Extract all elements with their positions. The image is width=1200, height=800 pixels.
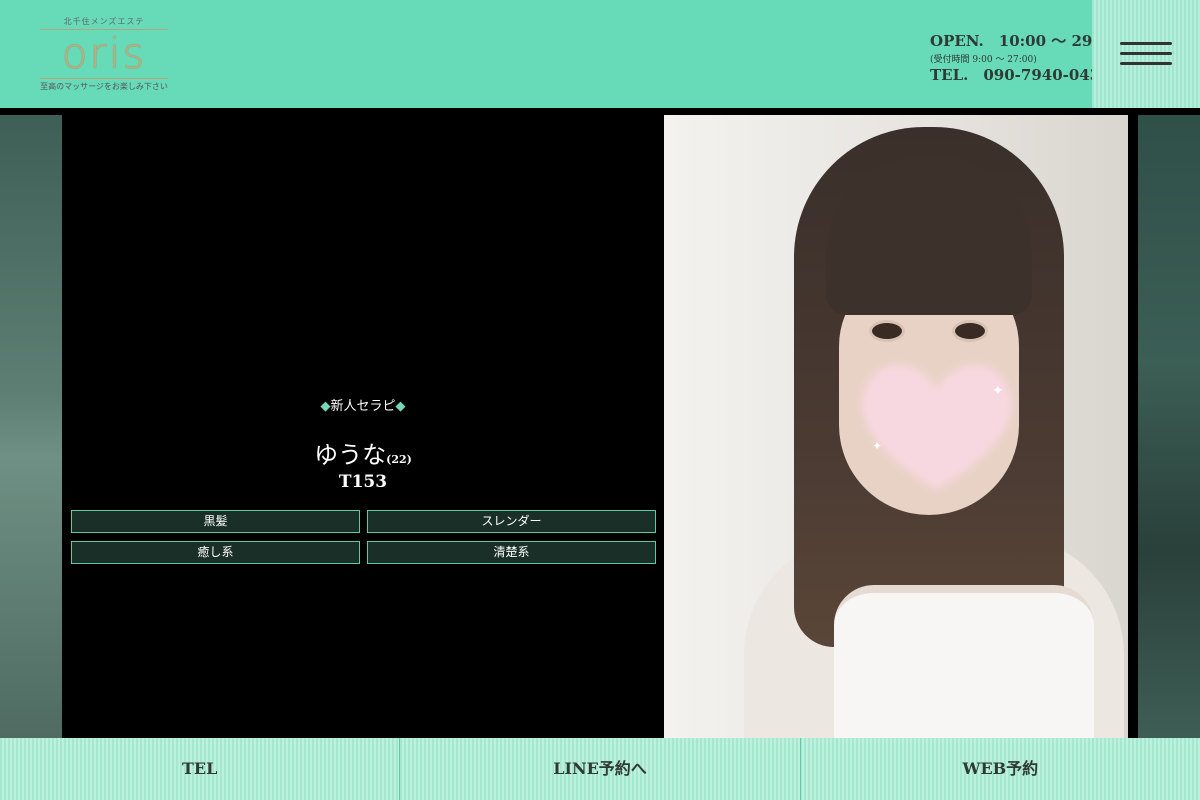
therapist-slider: ◆新人セラピ◆ ゆうな(22) T153 黒髪 スレンダー 癒し系 清楚系 ✦ … — [0, 108, 1200, 738]
business-info: OPEN. 10:00 〜 29:00 (受付時間 9:00 〜 27:00) … — [930, 30, 1119, 85]
line-reservation-button[interactable]: LINE予約へ — [399, 738, 799, 800]
menu-button[interactable] — [1092, 0, 1200, 108]
tel-button[interactable]: TEL — [0, 738, 399, 800]
therapist-profile: ◆新人セラピ◆ ゆうな(22) T153 黒髪 スレンダー 癒し系 清楚系 — [62, 115, 664, 738]
phone-number[interactable]: TEL. 090-7940-0434 — [930, 64, 1119, 85]
diamond-icon: ◆ — [320, 399, 331, 414]
web-reservation-button[interactable]: WEB予約 — [799, 738, 1200, 800]
therapist-photo[interactable]: ✦ ✦ — [664, 115, 1128, 738]
face-cover-heart-icon: ✦ ✦ — [862, 364, 1012, 490]
logo-tagline-top: 北千住メンズエステ — [63, 17, 145, 26]
tag-button[interactable]: 清楚系 — [367, 541, 656, 564]
tag-button[interactable]: スレンダー — [367, 510, 656, 533]
diamond-icon: ◆ — [395, 399, 406, 414]
therapist-height: T153 — [338, 472, 388, 492]
site-header: 北千住メンズエステ oris 至高のマッサージをお楽しみ下さい OPEN. 10… — [0, 0, 1200, 108]
next-slide-preview[interactable] — [1138, 115, 1200, 738]
logo-divider — [40, 78, 168, 79]
logo-tagline-bottom: 至高のマッサージをお楽しみ下さい — [40, 82, 168, 91]
svg-text:✦: ✦ — [872, 439, 882, 453]
tag-button[interactable]: 癒し系 — [71, 541, 360, 564]
prev-slide-preview[interactable] — [0, 115, 62, 738]
bottom-action-bar: TEL LINE予約へ WEB予約 — [0, 738, 1200, 800]
logo-wordmark: oris — [61, 29, 147, 78]
therapist-name: ゆうな — [314, 441, 387, 469]
tag-button[interactable]: 黒髪 — [71, 510, 360, 533]
rank-text: 新人セラピ — [330, 399, 396, 414]
rank-label: ◆新人セラピ◆ — [62, 395, 664, 414]
therapist-age: (22) — [386, 453, 412, 466]
site-logo[interactable]: 北千住メンズエステ oris 至高のマッサージをお楽しみ下さい — [40, 12, 168, 100]
svg-text:✦: ✦ — [992, 383, 1004, 399]
therapist-name-line: ゆうな(22) — [62, 435, 664, 470]
open-hours: OPEN. 10:00 〜 29:00 — [930, 32, 1119, 50]
